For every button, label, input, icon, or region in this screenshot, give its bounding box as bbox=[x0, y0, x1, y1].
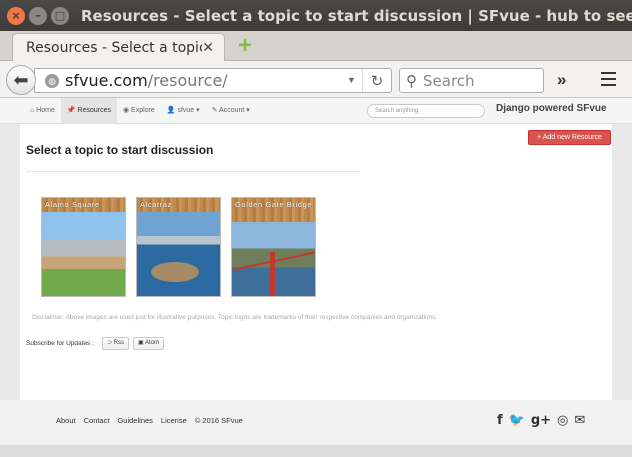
google-plus-icon[interactable]: g+ bbox=[531, 413, 551, 428]
tab-close-icon[interactable]: ✕ bbox=[202, 39, 214, 56]
site-search-input[interactable]: Search anything bbox=[367, 104, 485, 118]
url-host: sfvue.com bbox=[65, 71, 148, 90]
overflow-chevron-icon[interactable]: » bbox=[557, 70, 566, 90]
site-nav: ⌂ Home 📌 Resources ◉ Explore 👤 sfvue ▾ ✎… bbox=[24, 98, 256, 124]
site-header: ⌂ Home 📌 Resources ◉ Explore 👤 sfvue ▾ ✎… bbox=[0, 98, 632, 124]
window-titlebar: × – □ Resources - Select a topic to star… bbox=[0, 0, 632, 31]
footer-link-contact[interactable]: Contact bbox=[84, 416, 110, 425]
subscribe-label: Subscribe for Updates : bbox=[26, 340, 94, 347]
topic-card-golden-gate-bridge[interactable]: Golden Gate Bridge bbox=[231, 197, 316, 297]
topic-label: Alcatraz bbox=[140, 200, 172, 209]
topic-card-alamo-square[interactable]: Alamo Square bbox=[41, 197, 126, 297]
browser-navbar: ◍ sfvue.com/resource/ ▼ ↻ ⬅ ⚲ Search » bbox=[0, 61, 632, 98]
atom-button[interactable]: ▣ Atom bbox=[133, 337, 165, 350]
rss-button[interactable]: ⊃ Rss bbox=[102, 337, 130, 350]
tab-strip: Resources - Select a topic to start disc… bbox=[0, 31, 632, 61]
page-title: Select a topic to start discussion bbox=[26, 143, 214, 157]
footer-link-about[interactable]: About bbox=[56, 416, 76, 425]
arrow-left-icon: ⬅ bbox=[13, 69, 29, 90]
url-text[interactable]: sfvue.com/resource/ bbox=[65, 71, 341, 90]
url-dropdown-icon[interactable]: ▼ bbox=[341, 69, 363, 92]
bottom-strip bbox=[0, 445, 632, 457]
footer-link-guidelines[interactable]: Guidelines bbox=[117, 416, 152, 425]
nav-home[interactable]: ⌂ Home bbox=[24, 98, 61, 124]
url-bar[interactable]: ◍ sfvue.com/resource/ ▼ ↻ bbox=[34, 68, 392, 93]
topic-image bbox=[42, 212, 125, 296]
footer-links: About Contact Guidelines License © 2016 … bbox=[56, 416, 243, 425]
main-content: + Add new Resource Select a topic to sta… bbox=[20, 124, 612, 400]
search-placeholder: Search bbox=[423, 71, 475, 90]
title-divider bbox=[26, 171, 360, 172]
social-links: f 🐦 g+ ◎ ✉ bbox=[497, 413, 585, 428]
nav-user-menu[interactable]: 👤 sfvue ▾ bbox=[161, 98, 206, 124]
twitter-icon[interactable]: 🐦 bbox=[509, 413, 525, 428]
add-resource-button[interactable]: + Add new Resource bbox=[528, 130, 611, 145]
topic-card-alcatraz[interactable]: Alcatraz bbox=[136, 197, 221, 297]
disclaimer-text: Disclaimer: Above images are used just f… bbox=[32, 314, 438, 321]
globe-icon: ◍ bbox=[45, 73, 59, 88]
site-footer: About Contact Guidelines License © 2016 … bbox=[0, 400, 632, 445]
browser-tab[interactable]: Resources - Select a topic to start disc… bbox=[12, 33, 225, 61]
window-maximize-button[interactable]: □ bbox=[51, 6, 69, 25]
nav-resources[interactable]: 📌 Resources bbox=[60, 98, 117, 124]
new-tab-icon[interactable]: + bbox=[235, 34, 255, 58]
hamburger-menu-icon[interactable] bbox=[601, 72, 616, 90]
url-path: /resource/ bbox=[147, 71, 228, 90]
window-close-button[interactable]: × bbox=[7, 6, 25, 25]
topic-image bbox=[232, 222, 315, 296]
browser-search-input[interactable]: ⚲ Search bbox=[399, 68, 544, 93]
topic-label: Golden Gate Bridge bbox=[235, 200, 313, 209]
tab-title: Resources - Select a topic to start disc… bbox=[26, 39, 202, 56]
email-icon[interactable]: ✉ bbox=[574, 413, 585, 428]
site-brand[interactable]: Django powered SFvue bbox=[496, 103, 607, 114]
footer-copyright: © 2016 SFvue bbox=[194, 416, 243, 425]
github-icon[interactable]: ◎ bbox=[557, 413, 568, 428]
topic-label: Alamo Square bbox=[45, 200, 100, 209]
search-icon: ⚲ bbox=[406, 72, 417, 90]
back-button[interactable]: ⬅ bbox=[6, 65, 36, 95]
footer-link-license[interactable]: License bbox=[161, 416, 187, 425]
reload-icon[interactable]: ↻ bbox=[363, 72, 391, 90]
nav-account-menu[interactable]: ✎ Account ▾ bbox=[206, 98, 256, 124]
window-title: Resources - Select a topic to start disc… bbox=[81, 6, 632, 25]
topic-image bbox=[137, 212, 220, 296]
window-minimize-button[interactable]: – bbox=[29, 6, 47, 25]
nav-explore[interactable]: ◉ Explore bbox=[117, 98, 161, 124]
facebook-icon[interactable]: f bbox=[497, 413, 503, 428]
